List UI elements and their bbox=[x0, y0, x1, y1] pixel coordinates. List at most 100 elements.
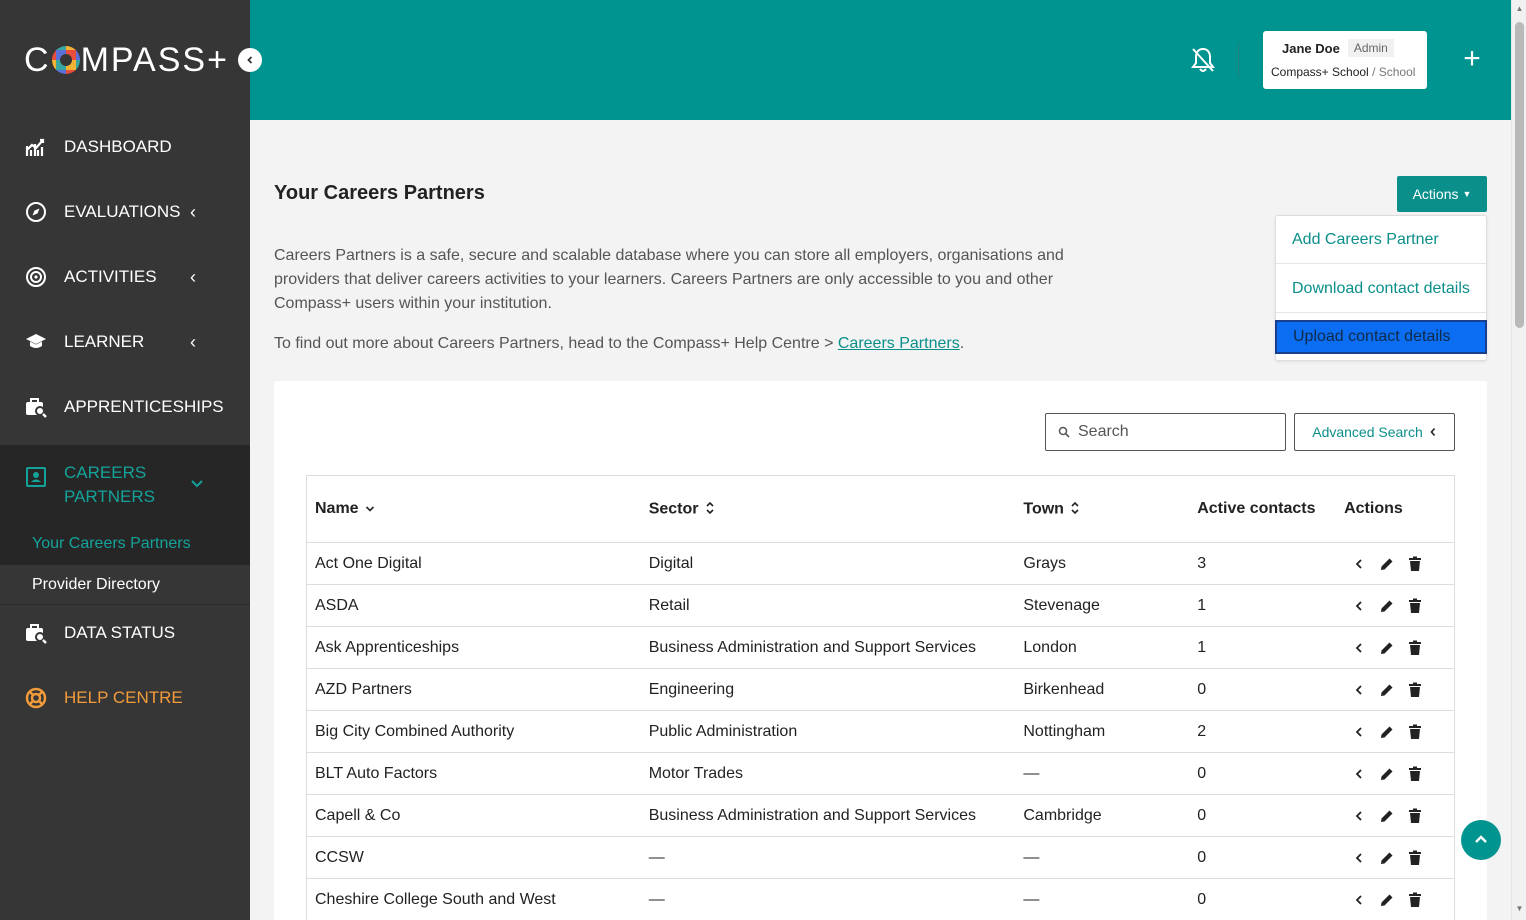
column-header-sector[interactable]: Sector bbox=[649, 500, 1024, 519]
careers-partners-help-link[interactable]: Careers Partners bbox=[838, 335, 960, 352]
edit-pencil-icon[interactable] bbox=[1378, 723, 1396, 741]
cell-name: Capell & Co bbox=[315, 806, 401, 824]
menu-item-label: Upload contact details bbox=[1293, 328, 1451, 345]
advanced-search-button[interactable]: Advanced Search bbox=[1294, 413, 1455, 451]
edit-pencil-icon[interactable] bbox=[1378, 639, 1396, 657]
table-row[interactable]: Act One Digital Digital Grays 3 bbox=[307, 543, 1454, 585]
nav-evaluations-label: EVALUATIONS bbox=[64, 202, 181, 221]
partners-table-card: Search Advanced Search Name Sector Town … bbox=[274, 381, 1487, 920]
table-row[interactable]: BLT Auto Factors Motor Trades — 0 bbox=[307, 753, 1454, 795]
sidebar-collapse-button[interactable] bbox=[238, 48, 262, 72]
header-divider bbox=[1238, 42, 1239, 78]
caret-down-icon: ▼ bbox=[1462, 189, 1472, 199]
chevron-left-icon[interactable] bbox=[1350, 555, 1368, 573]
chevron-left-icon[interactable] bbox=[1350, 681, 1368, 699]
chevron-left-icon[interactable] bbox=[1350, 849, 1368, 867]
cell-sector: Retail bbox=[648, 596, 690, 614]
page-scrollbar[interactable]: ▲ ▼ bbox=[1511, 0, 1526, 920]
logo-text-post: MPASS+ bbox=[80, 40, 229, 79]
cell-town: Nottingham bbox=[1023, 722, 1106, 740]
nav-dashboard[interactable]: DASHBOARD bbox=[0, 117, 250, 177]
column-header-sector-label: Sector bbox=[648, 500, 699, 518]
cell-town: Birkenhead bbox=[1023, 680, 1105, 698]
menu-item-add-careers-partner[interactable]: Add Careers Partner bbox=[1276, 216, 1486, 264]
chevron-left-icon: ‹ bbox=[190, 266, 196, 287]
nav-activities[interactable]: ACTIVITIES ‹ bbox=[0, 247, 250, 307]
table-row[interactable]: AZD Partners Engineering Birkenhead 0 bbox=[307, 669, 1454, 711]
table-row[interactable]: Cheshire College South and West — — 0 bbox=[307, 879, 1454, 920]
nav-evaluations[interactable]: EVALUATIONS ‹ bbox=[0, 182, 250, 242]
column-header-town[interactable]: Town bbox=[1023, 500, 1197, 519]
chevron-left-icon[interactable] bbox=[1350, 765, 1368, 783]
scroll-up-arrow-icon[interactable]: ▲ bbox=[1515, 4, 1524, 14]
edit-pencil-icon[interactable] bbox=[1378, 681, 1396, 699]
trash-icon[interactable] bbox=[1406, 597, 1424, 615]
nav-help-centre-label: HELP CENTRE bbox=[64, 688, 183, 707]
chevron-left-icon[interactable] bbox=[1350, 891, 1368, 909]
nav-data-status[interactable]: DATA STATUS bbox=[0, 603, 250, 663]
trash-icon[interactable] bbox=[1406, 681, 1424, 699]
edit-pencil-icon[interactable] bbox=[1378, 555, 1396, 573]
trash-icon[interactable] bbox=[1406, 765, 1424, 783]
subnav-provider-directory[interactable]: Provider Directory bbox=[0, 565, 250, 605]
trash-icon[interactable] bbox=[1406, 849, 1424, 867]
trash-icon[interactable] bbox=[1406, 639, 1424, 657]
table-row[interactable]: Big City Combined Authority Public Admini… bbox=[307, 711, 1454, 753]
target-icon bbox=[24, 265, 48, 289]
table-row[interactable]: Capell & Co Business Administration and S… bbox=[307, 795, 1454, 837]
cell-town: Grays bbox=[1023, 554, 1067, 572]
nav-apprenticeships[interactable]: APPRENTICESHIPS bbox=[0, 377, 250, 437]
add-icon[interactable]: + bbox=[1457, 44, 1487, 74]
trash-icon[interactable] bbox=[1406, 555, 1424, 573]
menu-item-upload-contact-details[interactable]: Upload contact details bbox=[1275, 320, 1487, 354]
briefcase-search-icon bbox=[24, 621, 48, 645]
edit-pencil-icon[interactable] bbox=[1378, 849, 1396, 867]
chevron-left-icon[interactable] bbox=[1350, 639, 1368, 657]
careers-partners-table: Name Sector Town Active contacts Actions… bbox=[306, 475, 1455, 920]
actions-button[interactable]: Actions ▼ bbox=[1397, 176, 1487, 212]
user-profile-card[interactable]: Jane Doe Admin Compass+ School / School bbox=[1263, 31, 1427, 89]
edit-pencil-icon[interactable] bbox=[1378, 807, 1396, 825]
nav-learner[interactable]: LEARNER ‹ bbox=[0, 312, 250, 372]
table-row[interactable]: ASDA Retail Stevenage 1 bbox=[307, 585, 1454, 627]
logo-text-pre: C bbox=[24, 40, 51, 79]
edit-pencil-icon[interactable] bbox=[1378, 597, 1396, 615]
chevron-left-icon: ‹ bbox=[190, 331, 196, 352]
row-actions bbox=[1344, 891, 1454, 909]
column-header-actions: Actions bbox=[1344, 500, 1403, 517]
scroll-thumb[interactable] bbox=[1515, 22, 1524, 328]
advanced-search-label: Advanced Search bbox=[1312, 424, 1423, 440]
cell-active-contacts: 1 bbox=[1197, 596, 1207, 614]
column-header-name[interactable]: Name bbox=[307, 500, 649, 518]
cell-sector: — bbox=[648, 848, 665, 866]
trash-icon[interactable] bbox=[1406, 723, 1424, 741]
menu-item-download-contact-details[interactable]: Download contact details bbox=[1276, 265, 1486, 313]
search-icon bbox=[1058, 426, 1070, 438]
edit-pencil-icon[interactable] bbox=[1378, 765, 1396, 783]
notifications-off-icon[interactable] bbox=[1190, 46, 1216, 74]
chevron-left-icon[interactable] bbox=[1350, 597, 1368, 615]
chevron-up-icon bbox=[1475, 835, 1487, 843]
cell-sector: — bbox=[648, 890, 665, 908]
cell-name: CCSW bbox=[315, 848, 364, 866]
table-row[interactable]: Ask Apprenticeships Business Administrati… bbox=[307, 627, 1454, 669]
menu-item-label: Add Careers Partner bbox=[1292, 230, 1439, 248]
chevron-left-icon[interactable] bbox=[1350, 807, 1368, 825]
table-row[interactable]: CCSW — — 0 bbox=[307, 837, 1454, 879]
nav-help-centre[interactable]: HELP CENTRE bbox=[0, 668, 250, 728]
nav-careers-partners-label: CAREERS PARTNERS bbox=[64, 463, 156, 506]
scroll-down-arrow-icon[interactable]: ▼ bbox=[1515, 904, 1524, 914]
trash-icon[interactable] bbox=[1406, 807, 1424, 825]
scroll-to-top-button[interactable] bbox=[1461, 820, 1501, 860]
actions-button-label: Actions bbox=[1412, 186, 1459, 202]
page-description: Careers Partners is a safe, secure and s… bbox=[274, 247, 1064, 312]
sort-icon bbox=[705, 500, 715, 519]
compass-logo[interactable]: C MPASS+ bbox=[24, 40, 229, 80]
row-actions bbox=[1344, 555, 1454, 573]
trash-icon[interactable] bbox=[1406, 891, 1424, 909]
cell-name: ASDA bbox=[315, 596, 359, 614]
chevron-left-icon[interactable] bbox=[1350, 723, 1368, 741]
subnav-your-careers-partners[interactable]: Your Careers Partners bbox=[0, 524, 250, 564]
search-input[interactable]: Search bbox=[1045, 413, 1286, 451]
edit-pencil-icon[interactable] bbox=[1378, 891, 1396, 909]
